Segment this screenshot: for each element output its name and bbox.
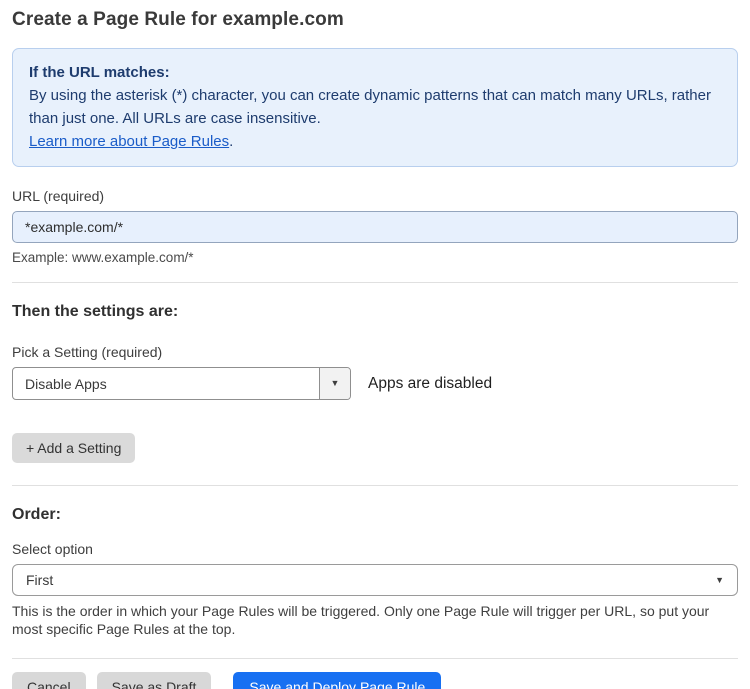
setting-row: Disable Apps ▼ Apps are disabled	[12, 367, 738, 400]
link-period: .	[229, 133, 234, 150]
save-and-deploy-button[interactable]: Save and Deploy Page Rule	[233, 672, 442, 689]
divider	[12, 485, 738, 486]
order-section-heading: Order:	[12, 506, 61, 523]
url-input[interactable]	[12, 211, 738, 243]
info-box-link-line: Learn more about Page Rules.	[29, 130, 721, 153]
info-box-body: By using the asterisk (*) character, you…	[29, 87, 711, 127]
add-setting-button[interactable]: + Add a Setting	[12, 433, 136, 463]
page-title: Create a Page Rule for example.com	[12, 9, 344, 30]
order-helper-text: This is the order in which your Page Rul…	[12, 603, 710, 637]
divider	[12, 658, 738, 659]
select-option-label: Select option	[12, 541, 93, 557]
url-example-helper: Example: www.example.com/*	[12, 250, 194, 265]
order-select[interactable]: First ▼	[12, 564, 738, 596]
save-as-draft-button[interactable]: Save as Draft	[96, 672, 212, 689]
chevron-down-icon: ▼	[330, 378, 340, 388]
url-field-label: URL (required)	[12, 188, 105, 204]
learn-more-link[interactable]: Learn more about Page Rules	[29, 133, 229, 150]
setting-select[interactable]: Disable Apps ▼	[12, 367, 351, 400]
settings-section-heading: Then the settings are:	[12, 303, 179, 320]
chevron-down-icon: ▼	[715, 574, 724, 585]
setting-select-arrow-button[interactable]: ▼	[319, 368, 350, 399]
info-box-heading: If the URL matches:	[29, 64, 170, 81]
cancel-button[interactable]: Cancel	[12, 672, 86, 689]
divider	[12, 282, 738, 283]
setting-status-text: Apps are disabled	[368, 374, 493, 392]
setting-select-value: Disable Apps	[25, 375, 107, 392]
order-select-value: First	[26, 572, 54, 588]
actions-row: Cancel Save as Draft Save and Deploy Pag…	[12, 672, 738, 689]
create-page-rule-dialog: Create a Page Rule for example.com If th…	[0, 0, 750, 689]
url-match-info-box: If the URL matches: By using the asteris…	[12, 48, 738, 167]
pick-setting-label: Pick a Setting (required)	[12, 344, 163, 360]
